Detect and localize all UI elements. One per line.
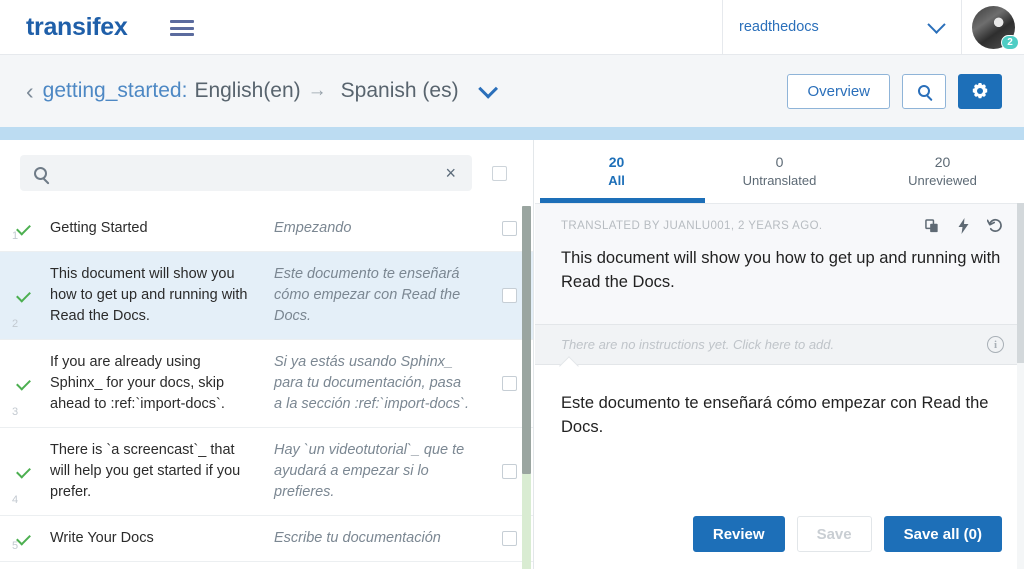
source-text: This document will show you how to get u… <box>561 249 1001 291</box>
progress-strip <box>0 127 1024 140</box>
instructions-bar[interactable]: There are no instructions yet. Click her… <box>535 325 1024 365</box>
settings-button[interactable] <box>958 73 1002 109</box>
scrollbar-thumb[interactable] <box>1017 203 1024 363</box>
copy-icon[interactable] <box>925 218 940 234</box>
search-input[interactable] <box>59 165 444 181</box>
row-checkbox[interactable] <box>501 464 517 479</box>
top-navigation-bar: transifex readthedocs 2 <box>0 0 1024 55</box>
row-checkbox[interactable] <box>501 376 517 391</box>
tab-untranslated[interactable]: 0 Untranslated <box>698 140 861 190</box>
tab-count: 0 <box>775 154 784 170</box>
row-status: 1 <box>0 206 46 251</box>
editor-scrollbar[interactable] <box>1017 203 1024 569</box>
review-button[interactable]: Review <box>692 516 785 552</box>
back-chevron-icon[interactable]: ‹ <box>26 79 34 103</box>
source-language-label: English(en) <box>194 79 301 102</box>
language-arrow-icon: → <box>307 80 327 101</box>
tab-label: All <box>608 173 625 188</box>
hamburger-icon[interactable] <box>169 18 194 36</box>
row-target-text: Escribe tu documentación <box>274 530 441 546</box>
resource-name[interactable]: getting_started: <box>43 79 188 103</box>
notification-badge: 2 <box>1001 34 1019 50</box>
row-checkbox[interactable] <box>501 288 517 303</box>
translation-editor-panel: 20 All 0 Untranslated 20 Unreviewed TRANSLATE… <box>535 140 1024 569</box>
transifex-editor-app: transifex readthedocs 2 ‹ getting_starte… <box>0 0 1024 569</box>
row-number: 5 <box>12 540 19 552</box>
row-target-text: Empezando <box>274 220 352 236</box>
scrollbar-thumb[interactable] <box>522 206 531 474</box>
source-string-block: TRANSLATED BY JUANLU001, 2 YEARS AGO. Th… <box>535 203 1024 325</box>
row-number: 1 <box>12 230 19 242</box>
subheader-actions: Overview <box>787 73 1002 109</box>
resource-subheader: ‹ getting_started: English(en) → Spanish… <box>0 55 1024 127</box>
editor-content: × 1 Getting Started Empezando 2 This documen… <box>0 140 1024 569</box>
gear-icon <box>972 83 988 99</box>
check-icon <box>16 463 31 479</box>
select-all-checkbox[interactable] <box>492 165 507 181</box>
transifex-logo[interactable]: transifex <box>26 14 128 40</box>
undo-icon[interactable] <box>987 218 1004 234</box>
tab-count: 20 <box>934 154 951 170</box>
check-icon <box>16 375 31 391</box>
row-number: 3 <box>12 406 19 418</box>
search-row: × <box>0 140 533 206</box>
target-language-label: Spanish (es) <box>340 79 459 102</box>
tab-label: Untranslated <box>742 173 817 188</box>
language-chevron-down-icon[interactable] <box>477 78 498 99</box>
row-status: 4 <box>0 428 46 515</box>
row-source-text: Write Your Docs <box>50 530 154 546</box>
organization-name: readthedocs <box>739 19 819 35</box>
row-source-text: Getting Started <box>50 220 148 236</box>
search-icon <box>34 166 47 180</box>
row-checkbox[interactable] <box>501 221 517 236</box>
string-list: 1 Getting Started Empezando 2 This document … <box>0 206 533 569</box>
row-checkbox[interactable] <box>501 531 517 546</box>
row-status: 5 <box>0 516 46 561</box>
search-icon <box>918 85 930 97</box>
row-source-text: There is `a screencast`_ that will help … <box>50 442 241 500</box>
string-list-panel: × 1 Getting Started Empezando 2 This documen… <box>0 140 534 569</box>
tab-unreviewed[interactable]: 20 Unreviewed <box>861 140 1024 190</box>
close-icon[interactable]: × <box>443 164 458 182</box>
string-row[interactable]: 5 Write Your Docs Escribe tu documentación <box>0 516 533 562</box>
row-number: 2 <box>12 318 19 330</box>
check-icon <box>16 530 31 546</box>
row-source-text: This document will show you how to get u… <box>50 266 248 324</box>
string-row[interactable]: 4 There is `a screencast`_ that will help… <box>0 428 533 516</box>
organization-selector[interactable]: readthedocs <box>722 0 962 55</box>
scrollbar-track <box>522 474 531 569</box>
search-box[interactable]: × <box>20 155 472 191</box>
string-row[interactable]: 3 If you are already using Sphinx_ for yo… <box>0 340 533 428</box>
top-bar-right-group: readthedocs 2 <box>722 0 1024 55</box>
tab-all[interactable]: 20 All <box>535 140 698 190</box>
row-target-text: Si ya estás usando Sphinx_ para tu docum… <box>274 354 470 412</box>
overview-button[interactable]: Overview <box>787 73 890 109</box>
chevron-down-icon <box>927 14 946 34</box>
instructions-placeholder: There are no instructions yet. Click her… <box>561 337 835 352</box>
row-source-text: If you are already using Sphinx_ for you… <box>50 354 225 412</box>
row-number: 4 <box>12 494 19 506</box>
row-status: 3 <box>0 340 46 427</box>
save-all-button[interactable]: Save all (0) <box>883 516 1002 552</box>
filter-tabs: 20 All 0 Untranslated 20 Unreviewed <box>535 140 1024 203</box>
search-toggle-button[interactable] <box>902 73 946 109</box>
row-target-text: Este documento te enseñará cómo empezar … <box>274 266 461 324</box>
editor-action-bar: Review Save Save all (0) <box>535 499 1024 569</box>
string-row[interactable]: 1 Getting Started Empezando <box>0 206 533 252</box>
check-icon <box>16 220 31 236</box>
translation-input-area[interactable]: Este documento te enseñará cómo empezar … <box>535 365 1024 497</box>
check-icon <box>16 287 31 303</box>
lightning-icon[interactable] <box>957 218 970 234</box>
row-target-text: Hay `un videotutorial`_ que te ayudará a… <box>274 442 465 500</box>
info-icon[interactable]: i <box>987 336 1004 353</box>
translation-textarea[interactable]: Este documento te enseñará cómo empezar … <box>561 391 998 439</box>
user-avatar-menu[interactable]: 2 <box>962 0 1024 55</box>
row-status: 2 <box>0 252 46 339</box>
string-list-scrollbar[interactable] <box>522 206 531 569</box>
source-actions <box>925 218 1004 234</box>
tab-label: Unreviewed <box>908 173 977 188</box>
save-button: Save <box>796 516 872 552</box>
tab-count: 20 <box>608 154 625 170</box>
string-row[interactable]: 2 This document will show you how to get … <box>0 252 533 340</box>
